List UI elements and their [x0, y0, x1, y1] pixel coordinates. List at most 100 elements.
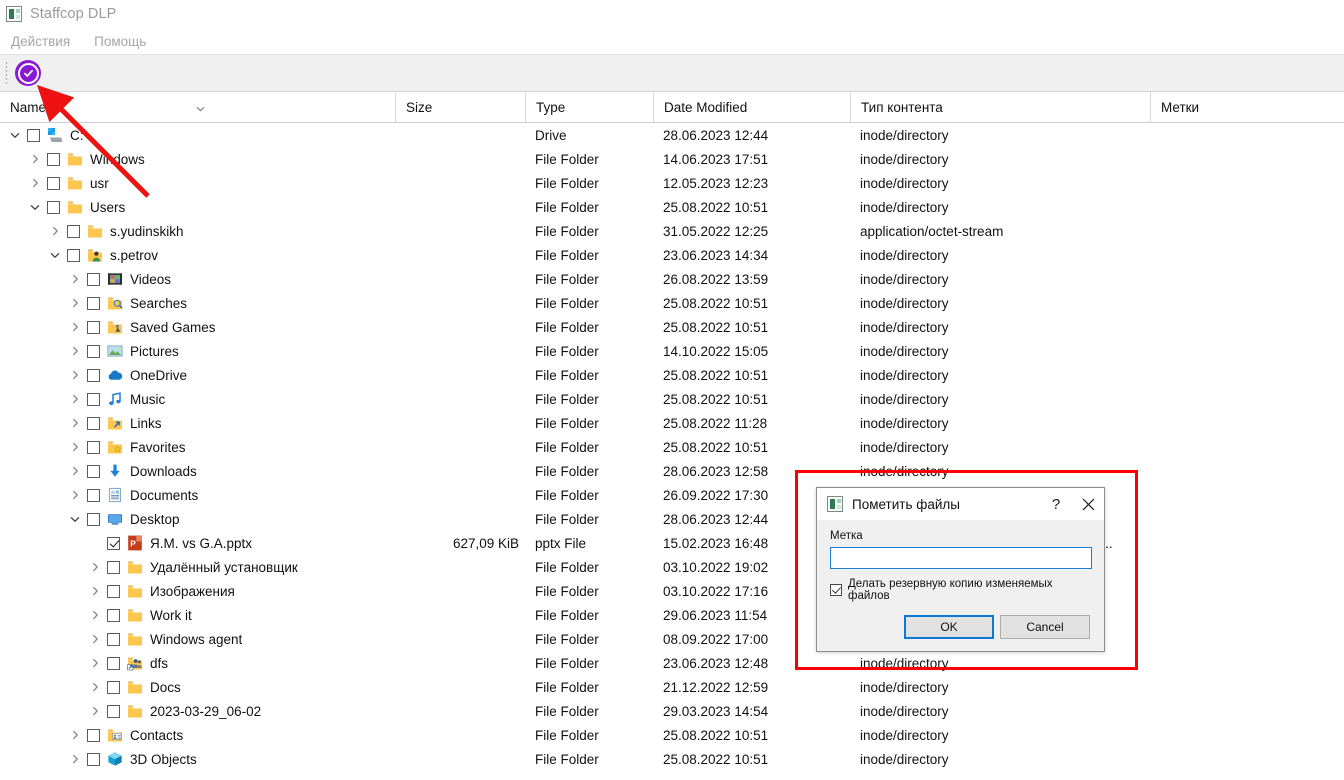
table-row[interactable]: OneDriveFile Folder25.08.2022 10:51inode… [0, 363, 1344, 387]
toolbar-mark-button[interactable] [13, 58, 43, 88]
table-row[interactable]: PicturesFile Folder14.10.2022 15:05inode… [0, 339, 1344, 363]
row-checkbox-checked[interactable] [107, 537, 120, 550]
row-checkbox[interactable] [107, 585, 120, 598]
row-checkbox[interactable] [87, 345, 100, 358]
row-checkbox[interactable] [87, 513, 100, 526]
row-checkbox[interactable] [87, 273, 100, 286]
row-name-cell[interactable]: s.petrov [0, 247, 395, 263]
row-name-cell[interactable]: Изображения [0, 583, 395, 599]
chevron-right-icon[interactable] [68, 272, 82, 286]
chevron-down-icon[interactable] [68, 512, 82, 526]
table-row[interactable]: 2023-03-29_06-02File Folder29.03.2023 14… [0, 699, 1344, 723]
row-checkbox[interactable] [107, 657, 120, 670]
row-checkbox[interactable] [87, 321, 100, 334]
row-name-cell[interactable]: Videos [0, 271, 395, 287]
table-row[interactable]: Work itFile Folder29.06.2023 11:54inode/… [0, 603, 1344, 627]
row-checkbox[interactable] [87, 297, 100, 310]
table-row[interactable]: dfsFile Folder23.06.2023 12:48inode/dire… [0, 651, 1344, 675]
row-checkbox[interactable] [47, 201, 60, 214]
row-name-cell[interactable]: PЯ.M. vs G.A.pptx [0, 535, 395, 551]
table-row[interactable]: DocsFile Folder21.12.2022 12:59inode/dir… [0, 675, 1344, 699]
table-row[interactable]: Windows agentFile Folder08.09.2022 17:00… [0, 627, 1344, 651]
menu-help[interactable]: Помощь [91, 32, 149, 51]
row-checkbox[interactable] [87, 465, 100, 478]
table-row[interactable]: ИзображенияFile Folder03.10.2022 17:16in… [0, 579, 1344, 603]
row-checkbox[interactable] [107, 705, 120, 718]
chevron-right-icon[interactable] [68, 464, 82, 478]
chevron-down-icon[interactable] [48, 248, 62, 262]
table-row[interactable]: s.yudinskikhFile Folder31.05.2022 12:25a… [0, 219, 1344, 243]
row-name-cell[interactable]: Pictures [0, 343, 395, 359]
table-row[interactable]: WindowsFile Folder14.06.2023 17:51inode/… [0, 147, 1344, 171]
row-checkbox[interactable] [87, 729, 100, 742]
row-name-cell[interactable]: Удалённый установщик [0, 559, 395, 575]
column-header-content-type[interactable]: Тип контента [850, 92, 1150, 122]
column-header-size[interactable]: Size [395, 92, 525, 122]
row-checkbox[interactable] [107, 561, 120, 574]
row-name-cell[interactable]: Windows agent [0, 631, 395, 647]
table-row[interactable]: DownloadsFile Folder28.06.2023 12:58inod… [0, 459, 1344, 483]
table-row[interactable]: DocumentsFile Folder26.09.2022 17:30inod… [0, 483, 1344, 507]
table-row[interactable]: 3D ObjectsFile Folder25.08.2022 10:51ino… [0, 747, 1344, 771]
column-header-name[interactable]: Name [0, 92, 395, 122]
row-name-cell[interactable]: C: [0, 127, 395, 143]
row-checkbox[interactable] [87, 369, 100, 382]
row-name-cell[interactable]: Windows [0, 151, 395, 167]
ok-button[interactable]: OK [904, 615, 994, 639]
table-row[interactable]: DesktopFile Folder28.06.2023 12:44inode/… [0, 507, 1344, 531]
table-row[interactable]: FavoritesFile Folder25.08.2022 10:51inod… [0, 435, 1344, 459]
row-name-cell[interactable]: Music [0, 391, 395, 407]
table-row[interactable]: VideosFile Folder26.08.2022 13:59inode/d… [0, 267, 1344, 291]
row-name-cell[interactable]: Searches [0, 295, 395, 311]
table-row[interactable]: usrFile Folder12.05.2023 12:23inode/dire… [0, 171, 1344, 195]
row-checkbox[interactable] [67, 249, 80, 262]
chevron-right-icon[interactable] [68, 416, 82, 430]
table-row[interactable]: C:Drive28.06.2023 12:44inode/directory [0, 123, 1344, 147]
chevron-right-icon[interactable] [68, 368, 82, 382]
row-name-cell[interactable]: Saved Games [0, 319, 395, 335]
table-row[interactable]: PЯ.M. vs G.A.pptx627,09 KiBpptx File15.0… [0, 531, 1344, 555]
file-tree[interactable]: C:Drive28.06.2023 12:44inode/directoryWi… [0, 123, 1344, 771]
chevron-right-icon[interactable] [28, 176, 42, 190]
row-name-cell[interactable]: Links [0, 415, 395, 431]
backup-checkbox-row[interactable]: Делать резервную копию изменяемых файлов [830, 578, 1091, 602]
chevron-right-icon[interactable] [88, 560, 102, 574]
cancel-button[interactable]: Cancel [1000, 615, 1090, 639]
chevron-right-icon[interactable] [68, 728, 82, 742]
chevron-right-icon[interactable] [68, 440, 82, 454]
row-name-cell[interactable]: Contacts [0, 727, 395, 743]
label-input[interactable] [830, 547, 1092, 569]
table-row[interactable]: Удалённый установщикFile Folder03.10.202… [0, 555, 1344, 579]
row-checkbox[interactable] [107, 609, 120, 622]
chevron-right-icon[interactable] [28, 152, 42, 166]
chevron-right-icon[interactable] [48, 224, 62, 238]
row-name-cell[interactable]: Desktop [0, 511, 395, 527]
menu-actions[interactable]: Действия [8, 32, 73, 51]
row-name-cell[interactable]: 3D Objects [0, 751, 395, 767]
row-checkbox[interactable] [67, 225, 80, 238]
column-header-date[interactable]: Date Modified [653, 92, 850, 122]
row-checkbox[interactable] [87, 753, 100, 766]
row-checkbox[interactable] [87, 417, 100, 430]
row-name-cell[interactable]: Docs [0, 679, 395, 695]
chevron-right-icon[interactable] [88, 632, 102, 646]
row-name-cell[interactable]: 2023-03-29_06-02 [0, 703, 395, 719]
row-checkbox[interactable] [27, 129, 40, 142]
row-name-cell[interactable]: s.yudinskikh [0, 223, 395, 239]
chevron-right-icon[interactable] [68, 488, 82, 502]
chevron-right-icon[interactable] [68, 296, 82, 310]
column-header-tags[interactable]: Метки [1150, 92, 1344, 122]
chevron-right-icon[interactable] [68, 320, 82, 334]
table-row[interactable]: MusicFile Folder25.08.2022 10:51inode/di… [0, 387, 1344, 411]
backup-checkbox[interactable] [830, 584, 842, 596]
chevron-right-icon[interactable] [68, 392, 82, 406]
row-name-cell[interactable]: Work it [0, 607, 395, 623]
row-checkbox[interactable] [87, 393, 100, 406]
row-name-cell[interactable]: dfs [0, 655, 395, 671]
table-row[interactable]: ContactsFile Folder25.08.2022 10:51inode… [0, 723, 1344, 747]
chevron-right-icon[interactable] [88, 704, 102, 718]
chevron-right-icon[interactable] [68, 344, 82, 358]
row-name-cell[interactable]: OneDrive [0, 367, 395, 383]
row-checkbox[interactable] [87, 441, 100, 454]
row-checkbox[interactable] [107, 681, 120, 694]
